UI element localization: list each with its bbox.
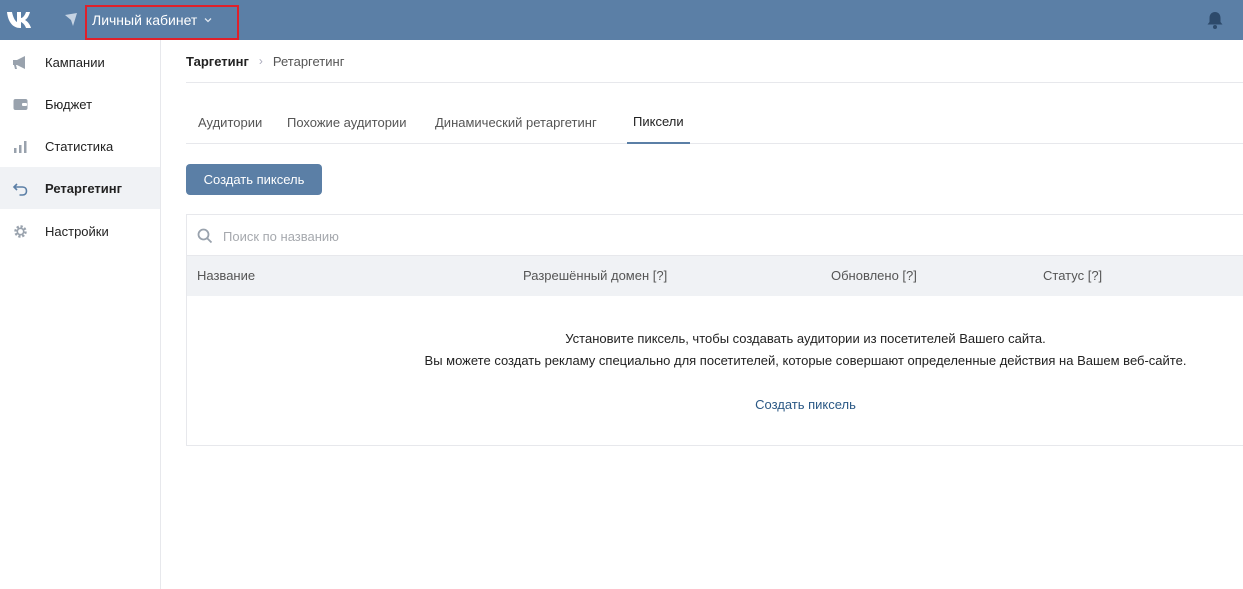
bell-icon[interactable]: [1205, 10, 1225, 30]
breadcrumb: Таргетинг › Ретаргетинг: [186, 53, 344, 69]
sidebar-item-label: Настройки: [45, 223, 109, 239]
header-divider: [186, 82, 1243, 83]
tab-lookalike-audiences[interactable]: Похожие аудитории: [281, 100, 412, 144]
sidebar-item-label: Ретаргетинг: [45, 180, 123, 196]
sidebar-item-budget[interactable]: Бюджет: [0, 83, 160, 125]
sidebar-item-retargeting[interactable]: Ретаргетинг: [0, 167, 160, 209]
megaphone-icon: [13, 55, 25, 69]
breadcrumb-separator-icon: ›: [258, 54, 263, 68]
retarget-icon: [12, 182, 28, 196]
tab-dynamic-retargeting[interactable]: Динамический ретаргетинг: [429, 100, 603, 144]
search-icon: [197, 228, 213, 244]
top-bar: Личный кабинет: [0, 0, 1243, 40]
tab-audiences[interactable]: Аудитории: [192, 100, 268, 144]
create-pixel-button[interactable]: Создать пиксель: [186, 164, 322, 195]
cabinet-dropdown-button[interactable]: Личный кабинет: [92, 11, 213, 29]
sidebar-item-settings[interactable]: Настройки: [0, 210, 160, 252]
cabinet-label: Личный кабинет: [92, 12, 198, 28]
breadcrumb-root-link[interactable]: Таргетинг: [186, 54, 249, 69]
wallet-icon: [13, 98, 28, 110]
table-header: Название Разрешённый домен [?] Обновлено…: [187, 256, 1243, 296]
navigation-arrow-icon[interactable]: [63, 12, 79, 28]
column-header-status[interactable]: Статус [?]: [1043, 268, 1102, 283]
sidebar-item-statistics[interactable]: Статистика: [0, 125, 160, 167]
tabs-bar: Аудитории Похожие аудитории Динамический…: [186, 100, 1243, 144]
column-header-name[interactable]: Название: [197, 268, 255, 283]
empty-state-text: Установите пиксель, чтобы создавать ауди…: [565, 331, 1046, 346]
vk-logo-icon[interactable]: [6, 9, 38, 31]
column-header-domain[interactable]: Разрешённый домен [?]: [523, 268, 667, 283]
gear-icon: [14, 224, 27, 238]
breadcrumb-current: Ретаргетинг: [272, 53, 345, 69]
column-header-updated[interactable]: Обновлено [?]: [831, 268, 917, 283]
sidebar-item-label: Статистика: [45, 138, 114, 154]
sidebar: Кампании Бюджет Статистика Ретаргетинг Н…: [0, 40, 161, 589]
bar-chart-icon: [14, 140, 27, 153]
empty-state-create-link-row: Создать пиксель: [187, 397, 1243, 412]
search-input[interactable]: [223, 223, 1223, 249]
pixels-panel: Название Разрешённый домен [?] Обновлено…: [186, 214, 1243, 446]
sidebar-item-label: Бюджет: [45, 96, 93, 112]
tab-pixels[interactable]: Пиксели: [627, 100, 690, 144]
sidebar-item-label: Кампании: [45, 54, 105, 70]
empty-state-subtext: Вы можете создать рекламу специально для…: [424, 353, 1187, 368]
create-pixel-link[interactable]: Создать пиксель: [755, 397, 856, 412]
sidebar-item-campaigns[interactable]: Кампании: [0, 41, 160, 83]
chevron-down-icon: [204, 18, 212, 23]
search-row: [187, 215, 1243, 256]
